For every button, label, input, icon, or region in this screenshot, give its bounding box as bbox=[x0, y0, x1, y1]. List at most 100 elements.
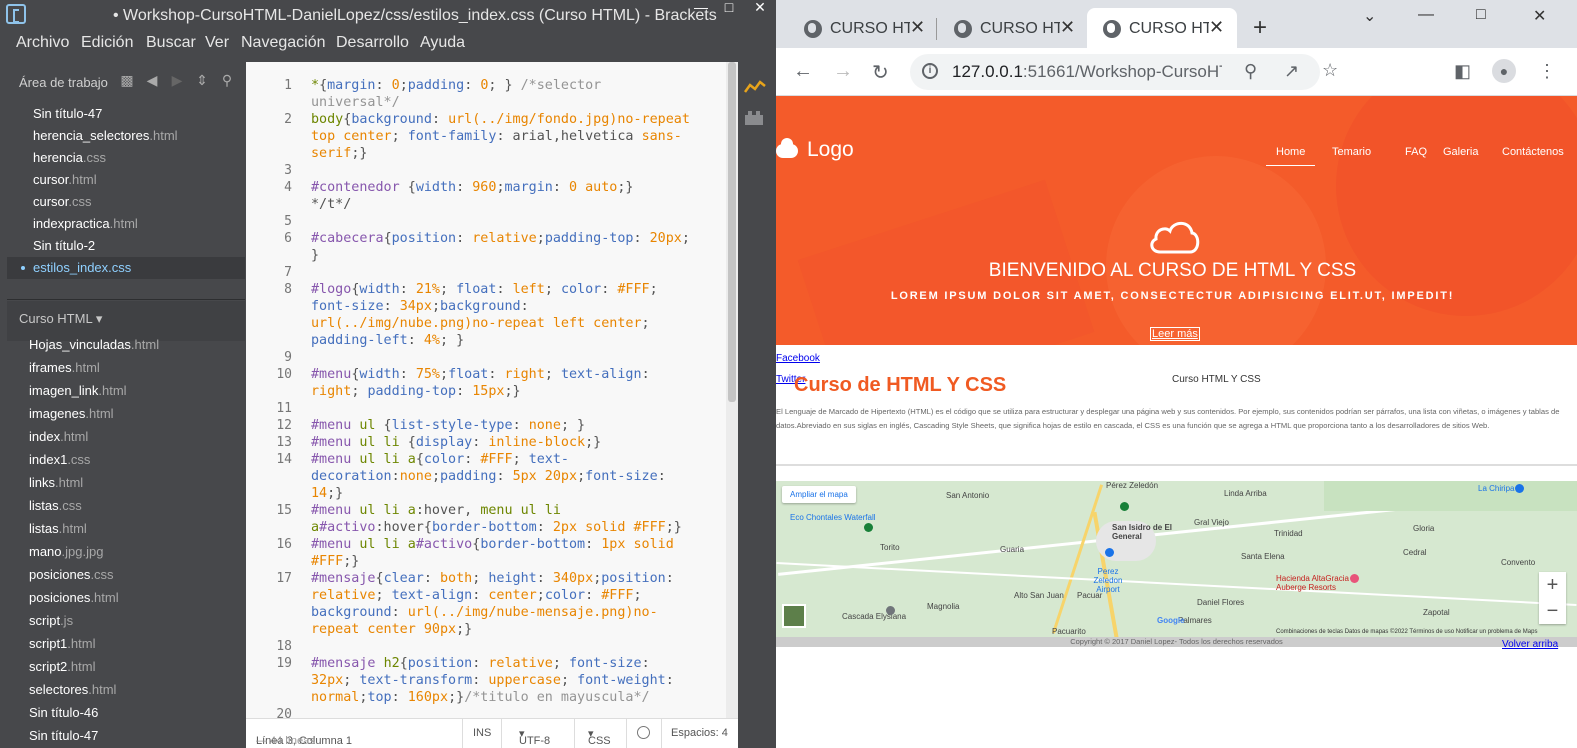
working-file-item[interactable]: indexpractica.html bbox=[7, 213, 245, 235]
file-name: herencia bbox=[33, 150, 83, 165]
back-to-top-link[interactable]: Volver arriba bbox=[1502, 639, 1558, 650]
project-file-item[interactable]: script2.html bbox=[7, 655, 245, 678]
project-file-item[interactable]: script1.html bbox=[7, 632, 245, 655]
browser-tab[interactable]: CURSO HT ✕ bbox=[938, 8, 1086, 48]
working-file-item[interactable]: cursor.html bbox=[7, 169, 245, 191]
insert-mode[interactable]: INS bbox=[473, 727, 491, 739]
binoculars-icon[interactable]: ▩ bbox=[119, 72, 135, 88]
nav-temario[interactable]: Temario bbox=[1332, 146, 1371, 158]
menu-edicion[interactable]: Edición bbox=[81, 34, 133, 52]
maximize-icon[interactable]: □ bbox=[714, 0, 744, 16]
working-file-item[interactable]: herencia.css bbox=[7, 147, 245, 169]
minimize-icon[interactable]: — bbox=[1418, 6, 1434, 24]
project-file-item[interactable]: Hojas_vinculadas.html bbox=[7, 333, 245, 356]
project-file-item[interactable]: links.html bbox=[7, 471, 245, 494]
map-pin-icon[interactable] bbox=[1515, 484, 1524, 493]
map-pin-icon[interactable] bbox=[1120, 502, 1129, 511]
search-icon[interactable]: ⚲ bbox=[219, 72, 235, 88]
editor-scrollbar[interactable] bbox=[726, 62, 738, 718]
bookmark-star-icon[interactable]: ☆ bbox=[1322, 60, 1338, 81]
side-panel-icon[interactable]: ◧ bbox=[1454, 61, 1471, 82]
working-file-item[interactable]: Sin título-47 bbox=[7, 103, 245, 125]
menu-buscar[interactable]: Buscar bbox=[146, 34, 196, 52]
working-file-item[interactable]: herencia_selectores.html bbox=[7, 125, 245, 147]
linter-status-icon[interactable] bbox=[637, 726, 650, 739]
zoom-in-icon[interactable]: + bbox=[1539, 572, 1566, 598]
code-line: #cabecera{position: relative;padding-top… bbox=[311, 231, 690, 246]
menu-archivo[interactable]: Archivo bbox=[16, 34, 69, 52]
enlarge-map-link[interactable]: Ampliar el mapa bbox=[782, 486, 856, 503]
tab-search-icon[interactable]: ⌄ bbox=[1363, 6, 1376, 26]
nav-home[interactable]: Home bbox=[1266, 146, 1316, 166]
hotel-pin-icon[interactable] bbox=[1350, 574, 1359, 583]
airport-pin-icon[interactable] bbox=[1105, 548, 1114, 557]
project-dropdown[interactable]: Curso HTML ▾ bbox=[19, 311, 102, 327]
browser-tab-active[interactable]: CURSO HT ✕ bbox=[1087, 8, 1237, 48]
share-icon[interactable]: ↗ bbox=[1284, 61, 1299, 82]
menu-navegacion[interactable]: Navegación bbox=[241, 34, 326, 52]
project-file-item[interactable]: Sin título-47 bbox=[7, 724, 245, 747]
language-dropdown[interactable]: CSS ▾ bbox=[588, 727, 611, 747]
code-line: #menu ul {list-style-type: none; } bbox=[311, 418, 586, 433]
scrollbar-thumb[interactable] bbox=[728, 62, 736, 402]
project-file-item[interactable]: index.html bbox=[7, 425, 245, 448]
live-preview-icon[interactable] bbox=[744, 80, 766, 94]
project-file-item[interactable]: mano.jpg.jpg bbox=[7, 540, 245, 563]
project-file-item[interactable]: posiciones.html bbox=[7, 586, 245, 609]
close-tab-icon[interactable]: ✕ bbox=[910, 17, 925, 38]
embedded-map[interactable]: Ampliar el mapa San Antonio Linda Arriba… bbox=[776, 481, 1577, 637]
map-pin-icon[interactable] bbox=[886, 606, 895, 615]
working-file-item-selected[interactable]: estilos_index.css bbox=[7, 257, 245, 279]
code-area[interactable]: *{margin: 0;padding: 0; } /*selector uni… bbox=[311, 62, 721, 718]
menu-desarrollo[interactable]: Desarrollo bbox=[336, 34, 409, 52]
map-footer[interactable]: Combinaciones de teclas Datos de mapas ©… bbox=[1276, 629, 1537, 635]
working-file-item[interactable]: Sin título-2 bbox=[7, 235, 245, 257]
nav-galeria[interactable]: Galeria bbox=[1443, 146, 1478, 158]
project-file-item[interactable]: listas.html bbox=[7, 517, 245, 540]
project-file-item[interactable]: iframes.html bbox=[7, 356, 245, 379]
maximize-icon[interactable]: □ bbox=[1476, 6, 1486, 24]
project-file-item[interactable]: imagenes.html bbox=[7, 402, 245, 425]
more-menu-icon[interactable]: ⋮ bbox=[1538, 61, 1556, 82]
code-line: #mensaje{clear: both; height: 340px;posi… bbox=[311, 571, 674, 586]
project-file-item[interactable]: selectores.html bbox=[7, 678, 245, 701]
read-more-button[interactable]: Leer más bbox=[1150, 327, 1200, 341]
project-file-item[interactable]: index1.css bbox=[7, 448, 245, 471]
map-pin-icon[interactable] bbox=[864, 523, 873, 532]
code-editor[interactable]: 1 2 3 4 5 6 7 8 9 10 11 12 13 14 15 16 1… bbox=[246, 62, 738, 718]
project-file-item[interactable]: script.js bbox=[7, 609, 245, 632]
browser-tab[interactable]: CURSO HT ✕ bbox=[788, 8, 936, 48]
close-tab-icon[interactable]: ✕ bbox=[1060, 17, 1075, 38]
project-file-item[interactable]: imagen_link.html bbox=[7, 379, 245, 402]
file-ext: .css bbox=[82, 150, 106, 165]
forward-arrow-icon[interactable]: ▶ bbox=[169, 72, 185, 88]
project-file-item[interactable]: Sin título-46 bbox=[7, 701, 245, 724]
forward-icon[interactable]: → bbox=[833, 60, 853, 83]
zoom-out-icon[interactable]: − bbox=[1539, 598, 1566, 624]
menu-ayuda[interactable]: Ayuda bbox=[420, 34, 465, 52]
back-icon[interactable]: ← bbox=[793, 60, 813, 83]
indent-spaces[interactable]: Espacios: 4 bbox=[671, 727, 728, 739]
profile-avatar-icon[interactable]: ● bbox=[1492, 59, 1516, 83]
back-arrow-icon[interactable]: ◀ bbox=[144, 72, 160, 88]
close-window-icon[interactable]: ✕ bbox=[1533, 6, 1546, 26]
close-tab-icon[interactable]: ✕ bbox=[1209, 17, 1224, 38]
working-file-item[interactable]: cursor.css bbox=[7, 191, 245, 213]
project-file-item[interactable]: listas.css bbox=[7, 494, 245, 517]
facebook-link[interactable]: Facebook bbox=[776, 353, 820, 364]
satellite-toggle[interactable] bbox=[782, 604, 806, 628]
address-bar[interactable]: i 127.0.0.1:51661/Workshop-CursoHTML-Dan… bbox=[910, 54, 1338, 90]
nav-faq[interactable]: FAQ bbox=[1405, 146, 1427, 158]
nav-contactenos[interactable]: Contáctenos bbox=[1502, 146, 1564, 158]
zoom-icon[interactable]: ⚲ bbox=[1244, 61, 1257, 82]
split-view-icon[interactable]: ⇕ bbox=[194, 72, 210, 88]
site-info-icon[interactable]: i bbox=[922, 63, 938, 79]
extension-manager-icon[interactable] bbox=[744, 110, 764, 126]
project-file-item[interactable]: posiciones.css bbox=[7, 563, 245, 586]
minimize-icon[interactable]: — bbox=[686, 0, 716, 16]
new-tab-icon[interactable]: + bbox=[1253, 14, 1267, 42]
menu-ver[interactable]: Ver bbox=[205, 34, 229, 52]
close-icon[interactable]: ✕ bbox=[745, 0, 775, 16]
reload-icon[interactable]: ↻ bbox=[872, 60, 889, 85]
encoding-dropdown[interactable]: UTF-8 ▾ bbox=[519, 727, 550, 747]
